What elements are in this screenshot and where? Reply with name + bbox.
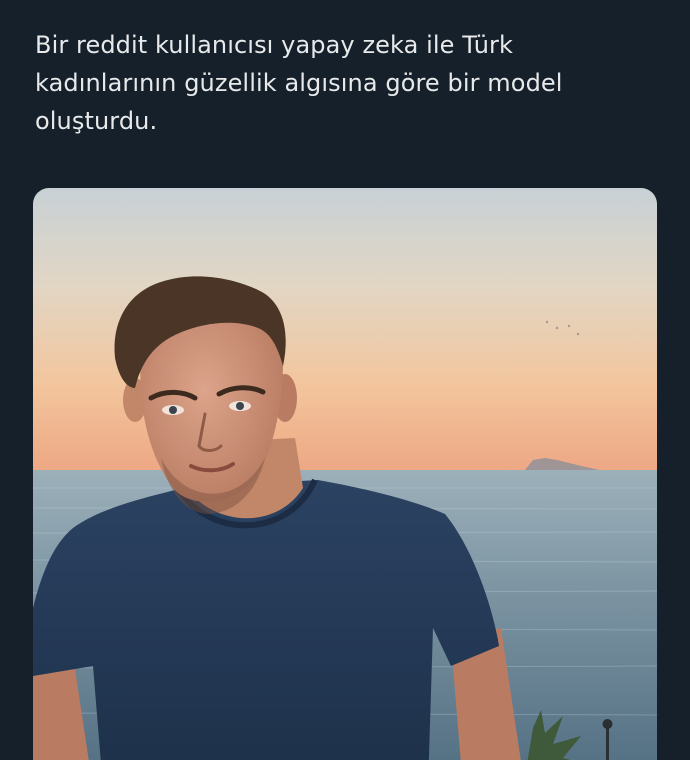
street-lamp-head [602, 719, 613, 729]
street-lamp-pole [606, 728, 609, 760]
tweet-photo[interactable] [33, 188, 657, 760]
tweet-text: Bir reddit kullanıcısı yapay zeka ile Tü… [35, 31, 563, 135]
tweet-card: Bir reddit kullanıcısı yapay zeka ile Tü… [0, 0, 690, 760]
photo-scene [33, 188, 657, 760]
